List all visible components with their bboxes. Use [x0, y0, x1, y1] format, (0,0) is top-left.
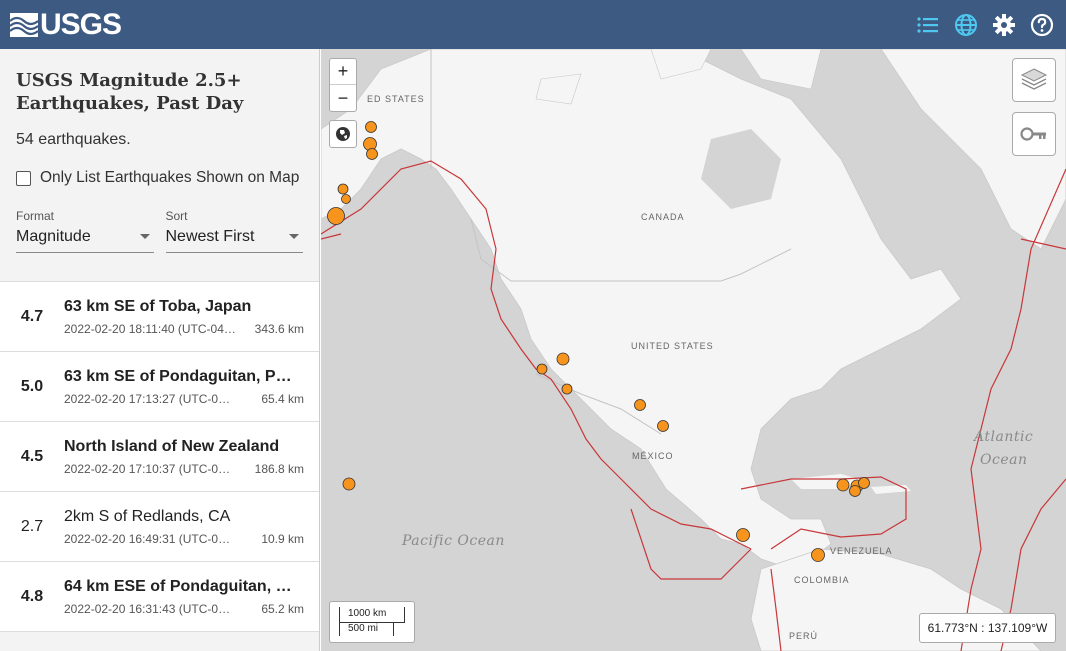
layers-icon: [1020, 68, 1048, 90]
key-icon: [1020, 127, 1046, 141]
usgs-wave-icon: [10, 12, 38, 37]
app-header: USGS: [0, 0, 1066, 49]
list-controls: USGS Magnitude 2.5+ Earthquakes, Past Da…: [0, 49, 319, 282]
list-icon[interactable]: [916, 13, 940, 37]
header-toolbar: [916, 13, 1056, 37]
map-label-canada: CANADA: [641, 212, 685, 222]
format-label: Format: [16, 209, 55, 223]
eq-time: 2022-02-20 16:49:31 (UTC-04:00): [64, 531, 236, 546]
earthquake-marker: [561, 383, 573, 395]
earthquake-marker: [342, 477, 356, 491]
map-filter-toggle[interactable]: Only List Earthquakes Shown on Map: [16, 169, 303, 187]
sort-value: Newest First: [165, 227, 255, 245]
eq-depth: 65.2 km: [261, 601, 304, 616]
format-value: Magnitude: [16, 227, 91, 245]
zoom-out-button[interactable]: −: [330, 85, 356, 111]
sort-select[interactable]: Sort Newest First: [165, 209, 303, 253]
basemap[interactable]: ED STATES CANADA UNITED STATES MÉXICO VE…: [321, 49, 1066, 651]
caret-down-icon: [139, 234, 150, 239]
zoom-in-button[interactable]: +: [330, 59, 356, 85]
earthquake-marker: [849, 485, 861, 497]
earthquake-marker: [327, 207, 345, 225]
map-label-ocean: Ocean: [980, 452, 1027, 468]
earthquake-marker: [365, 121, 377, 133]
map-filter-checkbox[interactable]: [16, 170, 31, 186]
earthquake-map[interactable]: ED STATES CANADA UNITED STATES MÉXICO VE…: [321, 49, 1066, 651]
eq-place: North Island of New Zealand: [64, 437, 280, 455]
list-item[interactable]: 5.0 63 km SE of Pondaguitan, Philippines…: [0, 352, 319, 422]
format-dropdown[interactable]: Magnitude: [16, 227, 154, 253]
eq-depth: 10.9 km: [261, 531, 304, 546]
earthquake-marker: [341, 194, 351, 204]
zoom-control: + −: [329, 58, 357, 112]
earthquake-count: 54 earthquakes.: [16, 131, 131, 148]
eq-place: 2km S of Redlands, CA: [64, 507, 231, 525]
earthquake-marker: [366, 148, 378, 160]
scale-km: 1000 km: [339, 607, 405, 623]
list-item[interactable]: 4.8 64 km ESE of Pondaguitan, Philippine…: [0, 562, 319, 632]
format-select[interactable]: Format Magnitude: [16, 209, 154, 253]
map-label-peru: PERÚ: [789, 631, 818, 641]
legend-button[interactable]: [1012, 112, 1056, 156]
earthquake-marker: [858, 477, 870, 489]
earthquake-sidebar: USGS Magnitude 2.5+ Earthquakes, Past Da…: [0, 49, 320, 651]
sort-dropdown[interactable]: Newest First: [165, 227, 303, 253]
globe-icon: [336, 127, 350, 141]
eq-depth: 186.8 km: [254, 461, 304, 476]
eq-depth: 65.4 km: [261, 391, 304, 406]
map-label-mexico: MÉXICO: [632, 451, 674, 461]
usgs-logo[interactable]: USGS: [10, 7, 122, 42]
list-item[interactable]: 4.7 63 km SE of Toba, Japan 2022-02-20 1…: [0, 282, 319, 352]
list-options: Format Magnitude Sort Newest First: [16, 209, 303, 253]
eq-time: 2022-02-20 16:31:43 (UTC-04:00): [64, 601, 236, 616]
map-label-united-states: UNITED STATES: [631, 341, 714, 351]
list-item[interactable]: 4.5 North Island of New Zealand 2022-02-…: [0, 422, 319, 492]
earthquake-marker: [811, 548, 825, 562]
earthquake-marker: [657, 420, 669, 432]
map-scale: 1000 km 500 mi: [329, 601, 415, 643]
eq-time: 2022-02-20 18:11:40 (UTC-04:00): [64, 321, 236, 336]
gear-icon[interactable]: [992, 13, 1016, 37]
earthquake-marker: [836, 478, 850, 492]
caret-down-icon: [289, 234, 299, 239]
map-label-venezuela: VENEZUELA: [830, 546, 893, 556]
logo-text: USGS: [40, 7, 122, 41]
list-item[interactable]: 2.7 2km S of Redlands, CA 2022-02-20 16:…: [0, 492, 319, 562]
earthquake-marker: [337, 183, 349, 195]
eq-place: 64 km ESE of Pondaguitan, Philippines: [64, 577, 300, 595]
eq-depth: 343.6 km: [254, 321, 304, 336]
eq-time: 2022-02-20 17:10:37 (UTC-04:00): [64, 461, 236, 476]
eq-magnitude: 5.0: [20, 377, 44, 395]
earthquake-marker: [536, 363, 548, 375]
earthquake-marker: [634, 399, 646, 411]
cursor-coordinates: 61.773°N : 137.109°W: [919, 613, 1056, 643]
map-filter-label: Only List Earthquakes Shown on Map: [40, 169, 300, 186]
map-label-states: ED STATES: [367, 94, 425, 104]
eq-time: 2022-02-20 17:13:27 (UTC-04:00): [64, 391, 236, 406]
eq-place: 63 km SE of Pondaguitan, Philippines: [64, 367, 300, 385]
eq-place: 63 km SE of Toba, Japan: [64, 297, 252, 315]
earthquake-marker: [736, 528, 750, 542]
sort-label: Sort: [165, 209, 188, 223]
eq-magnitude: 2.7: [20, 517, 44, 535]
eq-magnitude: 4.8: [20, 587, 44, 605]
locate-button[interactable]: [329, 120, 357, 148]
earthquake-marker: [556, 352, 570, 366]
eq-magnitude: 4.5: [20, 447, 44, 465]
globe-icon[interactable]: [954, 13, 978, 37]
layers-button[interactable]: [1012, 58, 1056, 102]
eq-magnitude: 4.7: [20, 307, 44, 325]
feed-title: USGS Magnitude 2.5+ Earthquakes, Past Da…: [16, 70, 244, 114]
help-icon[interactable]: [1030, 13, 1054, 37]
map-label-atlantic: Atlantic: [972, 429, 1033, 445]
map-label-colombia: COLOMBIA: [794, 575, 850, 585]
scale-mi: 500 mi: [339, 622, 394, 636]
map-label-pacific: Pacific Ocean: [401, 533, 505, 549]
earthquake-list: 4.7 63 km SE of Toba, Japan 2022-02-20 1…: [0, 282, 319, 632]
